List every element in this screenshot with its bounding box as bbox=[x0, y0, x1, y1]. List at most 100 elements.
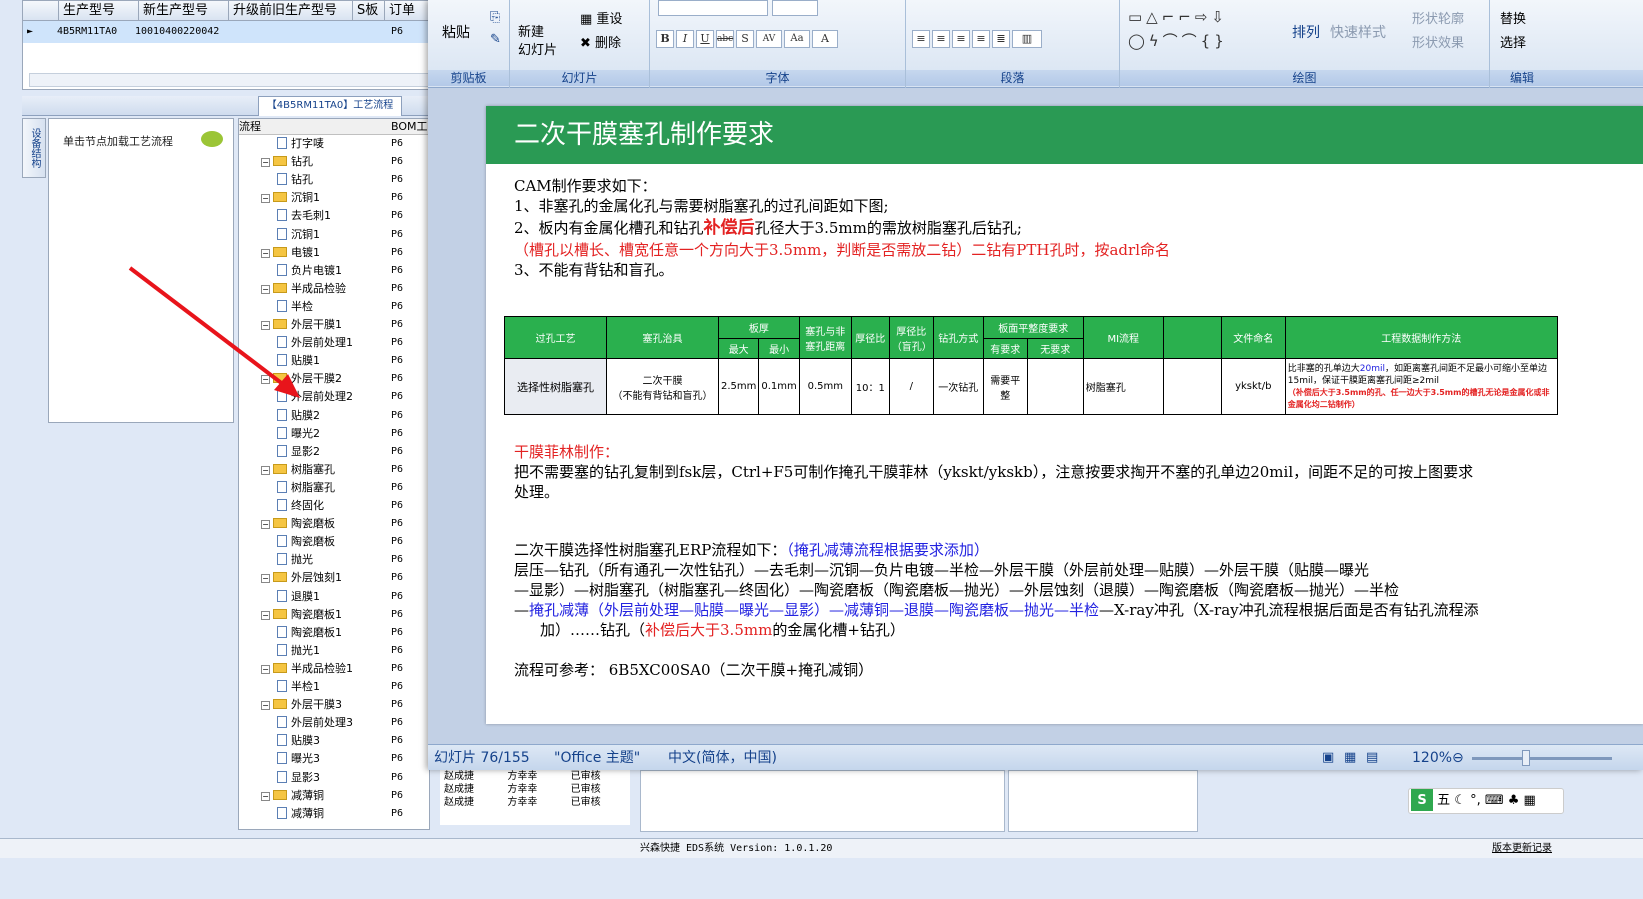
shapes-gallery-row2[interactable]: ◯ϟ⌒⌒{} bbox=[1128, 30, 1228, 51]
char-spacing-icon[interactable]: AV bbox=[756, 30, 782, 48]
tree-node[interactable]: 贴膜2 P6 bbox=[239, 407, 429, 425]
tree-node[interactable]: 终固化 P6 bbox=[239, 497, 429, 515]
tree-node[interactable]: 沉铜1 P6 bbox=[239, 226, 429, 244]
tree-node[interactable]: 外层前处理3 P6 bbox=[239, 714, 429, 732]
font-name-select[interactable] bbox=[658, 0, 768, 16]
tree-node[interactable]: 显影2 P6 bbox=[239, 443, 429, 461]
replace-button[interactable]: 替换 bbox=[1500, 8, 1526, 27]
quick-styles-button[interactable]: 快速样式 bbox=[1330, 22, 1386, 42]
tree-node[interactable]: − 树脂塞孔 P6 bbox=[239, 461, 429, 479]
tree-node[interactable]: 显影3 P6 bbox=[239, 769, 429, 787]
sorter-view-icon[interactable]: ▦ bbox=[1344, 745, 1356, 771]
zoom-slider[interactable] bbox=[1472, 757, 1612, 760]
zoom-out-icon[interactable]: ⊖ bbox=[1452, 745, 1464, 771]
col-s[interactable]: S板 bbox=[353, 1, 385, 20]
tree-node[interactable]: 半检1 P6 bbox=[239, 678, 429, 696]
strikethrough-icon[interactable]: abc bbox=[716, 30, 734, 48]
changelog-link[interactable]: 版本更新记录 bbox=[1492, 839, 1552, 859]
tree-node[interactable]: − 电镀1 P6 bbox=[239, 244, 429, 262]
change-case-icon[interactable]: Aa bbox=[784, 30, 810, 48]
list-item[interactable]: 赵成捷 方幸幸 已审核 bbox=[440, 770, 630, 783]
format-painter-icon[interactable]: ✎ bbox=[490, 32, 501, 47]
list-item[interactable]: 赵成捷 方幸幸 已审核 bbox=[440, 796, 630, 809]
paste-button[interactable]: 粘贴 bbox=[442, 22, 470, 42]
tree-node[interactable]: − 半成品检验1 P6 bbox=[239, 660, 429, 678]
shape-outline-button[interactable]: 形状轮廓 bbox=[1412, 8, 1464, 27]
expand-toggle-icon[interactable]: − bbox=[261, 465, 270, 475]
ime-tools-icon[interactable]: ☾ °, ⌨ ♣ ▦ bbox=[1454, 793, 1536, 808]
horizontal-scrollbar[interactable] bbox=[29, 73, 441, 87]
slide-title[interactable]: 二次干膜塞孔制作要求 bbox=[486, 106, 1643, 164]
align-left-icon[interactable]: ≡ bbox=[912, 30, 930, 48]
slide[interactable]: 二次干膜塞孔制作要求 CAM制作要求如下： 1、非塞孔的金属化孔与需要树脂塞孔的… bbox=[486, 106, 1643, 724]
expand-toggle-icon[interactable]: − bbox=[261, 194, 270, 204]
expand-toggle-icon[interactable]: − bbox=[261, 791, 270, 801]
tree-node[interactable]: 树脂塞孔 P6 bbox=[239, 479, 429, 497]
ime-mode[interactable]: 五 bbox=[1437, 793, 1450, 808]
italic-icon[interactable]: I bbox=[676, 30, 694, 48]
th-ratio: 厚径比 bbox=[850, 316, 890, 359]
expand-toggle-icon[interactable]: − bbox=[261, 574, 270, 584]
tree-node[interactable]: 曝光3 P6 bbox=[239, 750, 429, 768]
col-old-model[interactable]: 升级前旧生产型号 bbox=[229, 1, 353, 20]
expand-toggle-icon[interactable]: − bbox=[261, 248, 270, 258]
tree-node[interactable]: 减薄铜 P6 bbox=[239, 805, 429, 823]
col-model[interactable]: 生产型号 bbox=[59, 1, 139, 20]
select-button[interactable]: 选择 bbox=[1500, 32, 1526, 51]
col-new-model[interactable]: 新生产型号 bbox=[139, 1, 229, 20]
reset-button[interactable]: ▦ 重设 bbox=[580, 8, 622, 27]
tree-node[interactable]: 去毛刺1 P6 bbox=[239, 207, 429, 225]
tree-node[interactable]: 陶瓷磨板 P6 bbox=[239, 533, 429, 551]
tree-col-flow[interactable]: 流程 bbox=[239, 120, 261, 133]
tree-node[interactable]: − 沉铜1 P6 bbox=[239, 189, 429, 207]
tab-equipment[interactable]: 设备结构 bbox=[22, 118, 46, 178]
shape-effects-button[interactable]: 形状效果 bbox=[1412, 32, 1464, 51]
align-center-icon[interactable]: ≡ bbox=[932, 30, 950, 48]
tree-node[interactable]: 陶瓷磨板1 P6 bbox=[239, 624, 429, 642]
expand-toggle-icon[interactable]: − bbox=[261, 520, 270, 530]
tree-node[interactable]: − 陶瓷磨板1 P6 bbox=[239, 606, 429, 624]
theme-name[interactable]: "Office 主题" bbox=[554, 745, 640, 771]
tree-node[interactable]: 曝光2 P6 bbox=[239, 425, 429, 443]
distribute-icon[interactable]: ≣ bbox=[992, 30, 1010, 48]
align-right-icon[interactable]: ≡ bbox=[952, 30, 970, 48]
language-indicator[interactable]: 中文(简体，中国) bbox=[668, 745, 777, 771]
slideshow-view-icon[interactable]: ▤ bbox=[1366, 745, 1378, 771]
bold-icon[interactable]: B bbox=[656, 30, 674, 48]
tree-node[interactable]: − 外层蚀刻1 P6 bbox=[239, 569, 429, 587]
shapes-gallery[interactable]: ▭△⌐⌐⇨⇩ bbox=[1128, 8, 1228, 26]
expand-toggle-icon[interactable]: − bbox=[261, 664, 270, 674]
tree-node[interactable]: 退膜1 P6 bbox=[239, 588, 429, 606]
expand-toggle-icon[interactable]: − bbox=[261, 701, 270, 711]
tree-node[interactable]: 贴膜3 P6 bbox=[239, 732, 429, 750]
zoom-slider-thumb[interactable] bbox=[1522, 750, 1530, 766]
tree-node[interactable]: 抛光 P6 bbox=[239, 551, 429, 569]
new-slide-button[interactable]: 新建 幻灯片 bbox=[518, 24, 557, 60]
normal-view-icon[interactable]: ▣ bbox=[1322, 745, 1334, 771]
underline-icon[interactable]: U bbox=[696, 30, 714, 48]
table-row[interactable]: ► 4B5RM11TA0 10010400220042 P6 bbox=[23, 21, 443, 43]
justify-icon[interactable]: ≡ bbox=[972, 30, 990, 48]
tree-node[interactable]: − 陶瓷磨板 P6 bbox=[239, 515, 429, 533]
expand-toggle-icon[interactable]: − bbox=[261, 610, 270, 620]
sogou-icon[interactable]: S bbox=[1411, 789, 1433, 811]
font-color-icon[interactable]: A bbox=[812, 30, 838, 48]
list-item[interactable]: 赵成捷 方幸幸 已审核 bbox=[440, 783, 630, 796]
shadow-icon[interactable]: S bbox=[736, 30, 754, 48]
tree-node[interactable]: − 减薄铜 P6 bbox=[239, 787, 429, 805]
tree-node[interactable]: 抛光1 P6 bbox=[239, 642, 429, 660]
tree-node[interactable]: − 钻孔 P6 bbox=[239, 153, 429, 171]
columns-icon[interactable]: ▥ bbox=[1012, 30, 1042, 48]
tree-node[interactable]: 打字唛 P6 bbox=[239, 135, 429, 153]
tree-node[interactable]: − 外层干膜3 P6 bbox=[239, 696, 429, 714]
zoom-level[interactable]: 120% bbox=[1412, 745, 1452, 771]
tree-node[interactable]: 钻孔 P6 bbox=[239, 171, 429, 189]
arrange-button[interactable]: 排列 bbox=[1292, 22, 1320, 42]
copy-icon[interactable]: ⎘ bbox=[490, 10, 500, 25]
delete-button[interactable]: ✖ 删除 bbox=[580, 32, 621, 51]
tab-process-flow[interactable]: 【4B5RM11TA0】工艺流程 bbox=[258, 96, 402, 116]
font-size-select[interactable] bbox=[772, 0, 818, 16]
document-icon bbox=[277, 408, 287, 421]
tree-col-bom[interactable]: BOM工 bbox=[391, 119, 428, 135]
expand-toggle-icon[interactable]: − bbox=[261, 158, 270, 168]
